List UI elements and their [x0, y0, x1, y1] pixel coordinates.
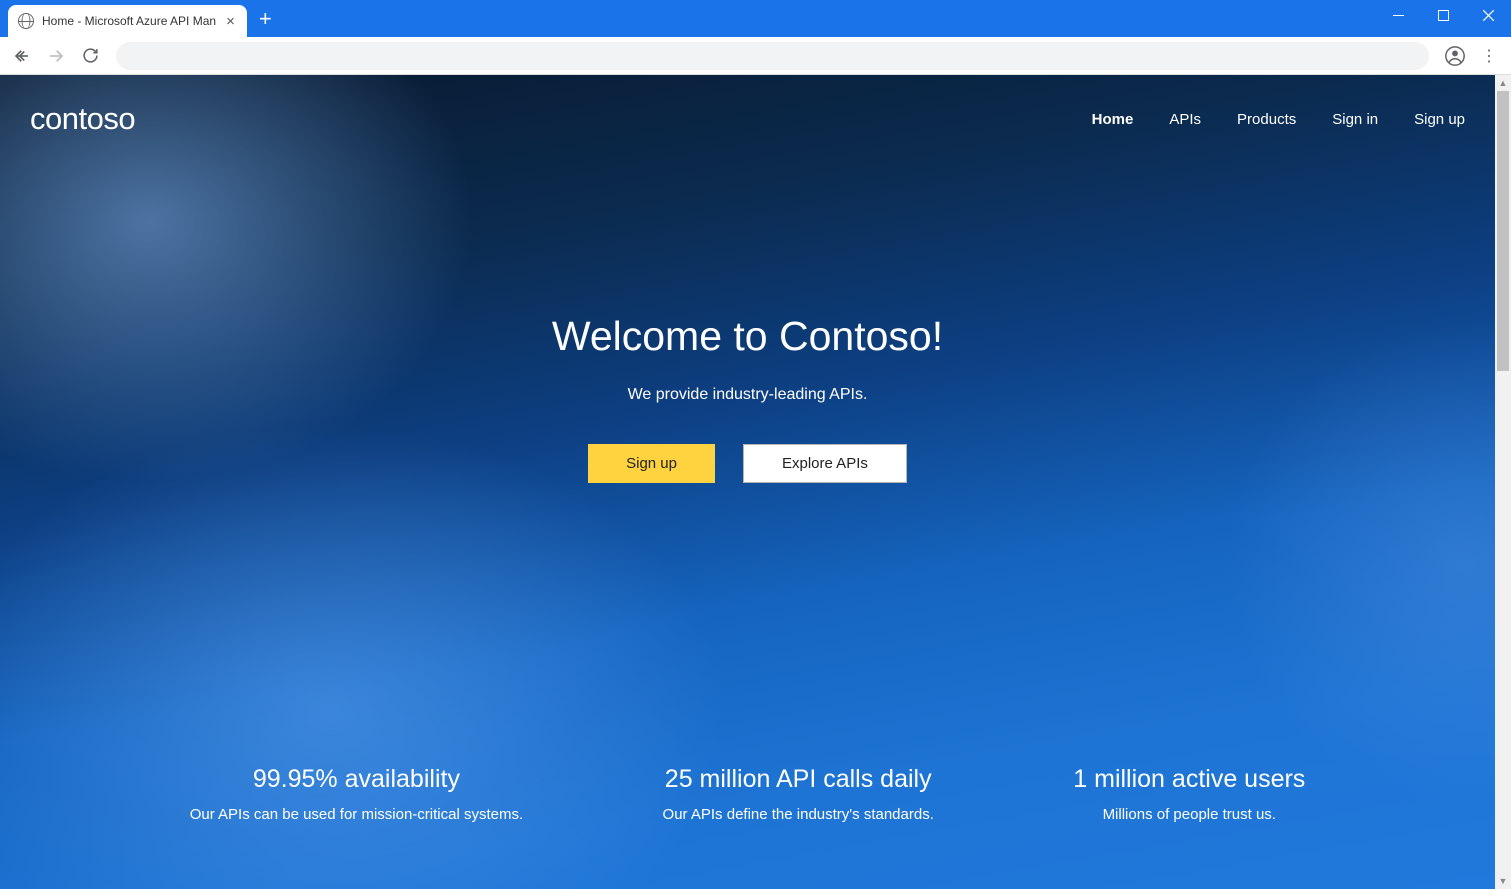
hero-title: Welcome to Contoso!	[0, 313, 1495, 360]
hero-content: Welcome to Contoso! We provide industry-…	[0, 313, 1495, 483]
stat-active-users: 1 million active users Millions of peopl…	[1073, 765, 1305, 823]
hero-buttons: Sign up Explore APIs	[0, 444, 1495, 483]
close-window-button[interactable]	[1466, 0, 1511, 30]
maximize-button[interactable]	[1421, 0, 1466, 30]
stat-title: 25 million API calls daily	[663, 765, 934, 794]
explore-apis-button[interactable]: Explore APIs	[743, 444, 907, 483]
minimize-button[interactable]	[1376, 0, 1421, 30]
stat-sub: Millions of people trust us.	[1073, 806, 1305, 823]
nav-products[interactable]: Products	[1237, 111, 1296, 128]
hero-subtitle: We provide industry-leading APIs.	[0, 386, 1495, 404]
back-button[interactable]	[8, 42, 36, 70]
browser-toolbar: ⋮	[0, 37, 1511, 75]
browser-tab[interactable]: Home - Microsoft Azure API Man ×	[8, 5, 247, 37]
globe-icon	[18, 13, 34, 29]
hero-section: contoso Home APIs Products Sign in Sign …	[0, 75, 1495, 889]
scroll-up-icon[interactable]: ▲	[1495, 75, 1511, 91]
new-tab-button[interactable]: +	[247, 5, 284, 37]
stat-sub: Our APIs define the industry's standards…	[663, 806, 934, 823]
forward-button[interactable]	[42, 42, 70, 70]
browser-menu-button[interactable]: ⋮	[1475, 42, 1503, 70]
stat-title: 1 million active users	[1073, 765, 1305, 794]
window-controls	[1376, 0, 1511, 37]
main-nav: Home APIs Products Sign in Sign up	[1092, 111, 1465, 128]
stat-title: 99.95% availability	[190, 765, 523, 794]
tab-title: Home - Microsoft Azure API Man	[42, 14, 216, 28]
close-tab-icon[interactable]: ×	[224, 14, 237, 29]
profile-button[interactable]	[1441, 42, 1469, 70]
nav-apis[interactable]: APIs	[1169, 111, 1201, 128]
scroll-down-icon[interactable]: ▼	[1495, 873, 1511, 889]
address-bar[interactable]	[116, 42, 1429, 70]
stat-sub: Our APIs can be used for mission-critica…	[190, 806, 523, 823]
site-header: contoso Home APIs Products Sign in Sign …	[0, 75, 1495, 137]
nav-signin[interactable]: Sign in	[1332, 111, 1378, 128]
browser-titlebar: Home - Microsoft Azure API Man × +	[0, 0, 1511, 37]
stat-api-calls: 25 million API calls daily Our APIs defi…	[663, 765, 934, 823]
nav-home[interactable]: Home	[1092, 111, 1134, 128]
reload-button[interactable]	[76, 42, 104, 70]
stats-row: 99.95% availability Our APIs can be used…	[0, 765, 1495, 823]
tab-strip: Home - Microsoft Azure API Man × +	[0, 0, 284, 37]
viewport: contoso Home APIs Products Sign in Sign …	[0, 75, 1511, 889]
stat-availability: 99.95% availability Our APIs can be used…	[190, 765, 523, 823]
signup-button[interactable]: Sign up	[588, 444, 715, 483]
site-logo[interactable]: contoso	[30, 101, 135, 137]
scroll-thumb[interactable]	[1497, 91, 1509, 371]
nav-signup[interactable]: Sign up	[1414, 111, 1465, 128]
scrollbar[interactable]: ▲ ▼	[1495, 75, 1511, 889]
